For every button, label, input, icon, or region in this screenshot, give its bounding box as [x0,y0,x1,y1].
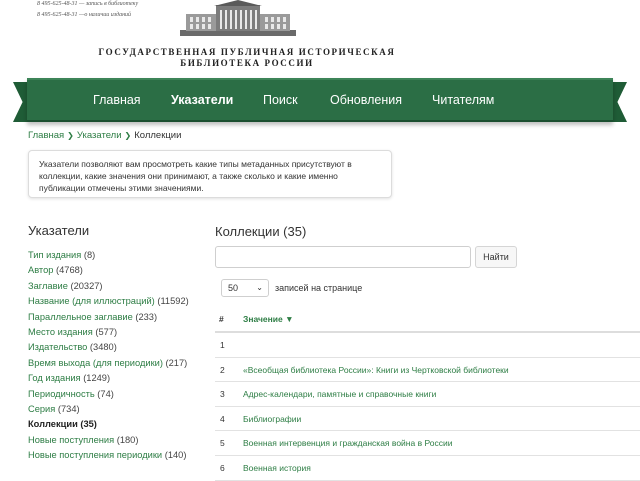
chevron-right-icon: ❯ [67,131,74,140]
sidebar-item-label[interactable]: Тип издания [28,250,81,260]
row-value-link[interactable]: Военная интервенция и гражданская война … [243,438,452,448]
sidebar-item-place-of-publication[interactable]: Место издания (577) [28,325,189,340]
table-row: 2 «Всеобщая библиотека России»: Книги из… [215,358,640,383]
row-number: 1 [220,340,225,350]
nav-for-readers[interactable]: Читателям [432,80,494,120]
row-number: 3 [220,389,225,400]
sidebar-item-count: (11592) [157,296,189,307]
sidebar-item-count: (180) [116,434,139,445]
sidebar-item-author[interactable]: Автор (4768) [28,263,189,278]
sidebar-item-count: (20327) [70,280,103,291]
sidebar-item-label[interactable]: Издательство [28,342,87,352]
sidebar-item-count: (577) [95,326,118,337]
sidebar-item-count: (734) [57,403,80,414]
sidebar-item-release-time[interactable]: Время выхода (для периодики) (217) [28,356,189,371]
row-number: 4 [220,413,225,424]
sidebar-item-label[interactable]: Новые поступления [28,435,114,445]
library-building-logo[interactable] [178,0,298,40]
table-row: 4 Библиографии [215,407,640,432]
sidebar-item-label[interactable]: Серия [28,404,55,414]
nav-updates[interactable]: Обновления [330,80,402,120]
main-navigation: Главная Указатели Поиск Обновления Читат… [27,78,613,122]
breadcrumb-indexes-link[interactable]: Указатели [77,130,122,141]
sidebar-item-label[interactable]: Новые поступления периодики [28,450,162,460]
row-value-link[interactable]: «Всеобщая библиотека России»: Книги из Ч… [243,365,509,375]
phone-line-signup: 8 495-625-48-31 — запись в библиотеку [37,1,139,7]
row-number: 5 [220,438,225,449]
info-box: Указатели позволяют вам просмотреть каки… [28,150,392,198]
chevron-down-icon: ⌄ [256,283,263,292]
per-page-value: 50 [228,283,239,293]
sidebar-item-count: (1249) [83,373,111,384]
chevron-right-icon: ❯ [124,131,132,140]
table-row: 6 Военная история [215,456,640,481]
sidebar-item-label[interactable]: Заглавие [28,281,68,291]
phone-line-availability: 8 495-625-48-31 —о наличии изданий [37,12,132,18]
per-page-select[interactable]: 50 ⌄ [221,279,269,297]
sidebar-item-label[interactable]: Параллельное заглавие [28,312,133,322]
sidebar-item-count: (140) [164,450,187,461]
sidebar-item-label[interactable]: Место издания [28,327,93,337]
table-row: 3 Адрес-календари, памятные и справочные… [215,382,640,407]
search-button[interactable]: Найти [475,246,517,268]
page-title: Коллекции (35) [215,224,307,239]
row-value-link[interactable]: Библиографии [243,414,301,424]
row-number: 6 [220,462,225,473]
sidebar-item-label[interactable]: Год издания [28,373,81,383]
sidebar-title: Указатели [28,223,90,238]
library-name-line-2: БИБЛИОТЕКА РОССИИ [180,58,314,68]
sidebar-item-count: (35) [80,419,97,430]
breadcrumb-current: Коллекции [134,130,182,141]
sidebar-item-periodicity[interactable]: Периодичность (74) [28,387,189,402]
breadcrumb: Главная ❯ Указатели ❯ Коллекции [28,130,181,141]
sidebar-item-label[interactable]: Коллекции [28,419,78,429]
sidebar-item-series[interactable]: Серия (734) [28,402,189,417]
sidebar-item-collections[interactable]: Коллекции (35) [28,417,189,432]
sidebar-item-count: (8) [83,250,96,260]
sidebar-item-year[interactable]: Год издания (1249) [28,371,189,386]
nav-search[interactable]: Поиск [263,80,298,120]
sidebar-item-publisher[interactable]: Издательство (3480) [28,340,189,355]
sidebar-item-count: (233) [135,311,158,322]
sidebar-item-new-arrivals[interactable]: Новые поступления (180) [28,433,189,448]
row-value-link[interactable]: Адрес-календари, памятные и справочные к… [243,389,436,399]
per-page-label: записей на странице [275,283,363,293]
sidebar-item-label[interactable]: Время выхода (для периодики) [28,358,163,368]
sidebar-item-illustration-name[interactable]: Название (для иллюстраций) (11592) [28,294,189,309]
values-table: # Значение ▼ 1 2 «Всеобщая библиотека Ро… [215,307,640,481]
sidebar-item-count: (217) [165,357,188,368]
table-row: 5 Военная интервенция и гражданская войн… [215,431,640,456]
sidebar-item-parallel-title[interactable]: Параллельное заглавие (233) [28,310,189,325]
column-header-number: # [219,314,224,324]
row-value-link[interactable]: Военная история [243,463,311,473]
breadcrumb-home-link[interactable]: Главная [28,130,64,141]
sidebar-item-label[interactable]: Периодичность [28,389,95,399]
sidebar-item-count: (3480) [89,342,117,353]
page: 8 495-625-48-31 — запись в библиотеку 8 … [0,0,640,481]
sidebar-index-list: Тип издания (8) Автор (4768) Заглавие (2… [28,248,189,463]
search-input[interactable] [215,246,471,268]
nav-home[interactable]: Главная [93,80,141,120]
nav-indexes[interactable]: Указатели [171,80,233,120]
sidebar-item-title[interactable]: Заглавие (20327) [28,279,189,294]
sidebar-item-label[interactable]: Автор [28,265,53,275]
sidebar-item-count: (74) [97,388,114,399]
sidebar-item-new-periodicals[interactable]: Новые поступления периодики (140) [28,448,189,463]
library-name-line-1: ГОСУДАРСТВЕННАЯ ПУБЛИЧНАЯ ИСТОРИЧЕСКАЯ [98,47,396,57]
table-header-row: # Значение ▼ [215,307,640,333]
sidebar-item-label[interactable]: Название (для иллюстраций) [28,296,155,306]
column-header-value-sort[interactable]: Значение ▼ [243,314,294,324]
row-number: 2 [220,364,225,375]
site-header: 8 495-625-48-31 — запись в библиотеку 8 … [0,0,640,75]
sidebar-item-publication-type[interactable]: Тип издания (8) [28,248,189,263]
sidebar-item-count: (4768) [56,265,83,276]
table-row: 1 [215,333,640,358]
